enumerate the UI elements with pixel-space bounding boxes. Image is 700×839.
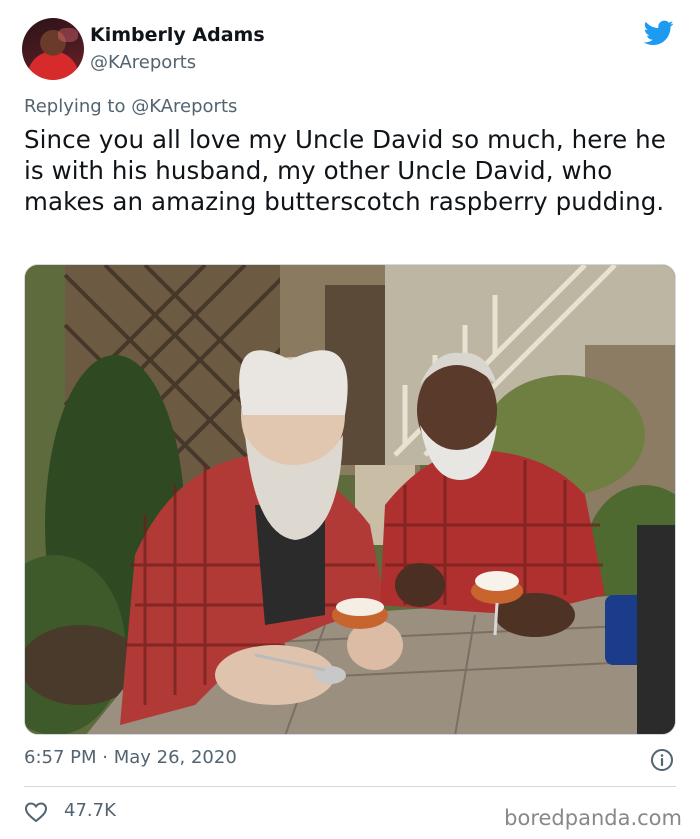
photo-illustration [25, 265, 675, 734]
tweet-header: Kimberly Adams @KAreports [22, 16, 682, 80]
replying-prefix: Replying to [24, 96, 126, 117]
watermark: boredpanda.com [504, 806, 682, 830]
avatar[interactable] [22, 18, 84, 80]
tweet-timestamp[interactable]: 6:57 PM · May 26, 2020 [24, 747, 237, 768]
divider [24, 786, 676, 787]
author-handle[interactable]: @KAreports [90, 52, 196, 73]
replying-to: Replying to @KAreports [24, 96, 237, 117]
heart-icon[interactable] [24, 800, 48, 824]
tweet-text: Since you all love my Uncle David so muc… [24, 125, 666, 216]
twitter-bird-icon[interactable] [644, 20, 674, 46]
tweet-photo[interactable] [24, 264, 676, 735]
replying-mention[interactable]: @KAreports [131, 96, 237, 117]
author-name[interactable]: Kimberly Adams [90, 24, 265, 46]
info-icon[interactable] [650, 748, 674, 772]
like-count: 47.7K [64, 800, 116, 821]
